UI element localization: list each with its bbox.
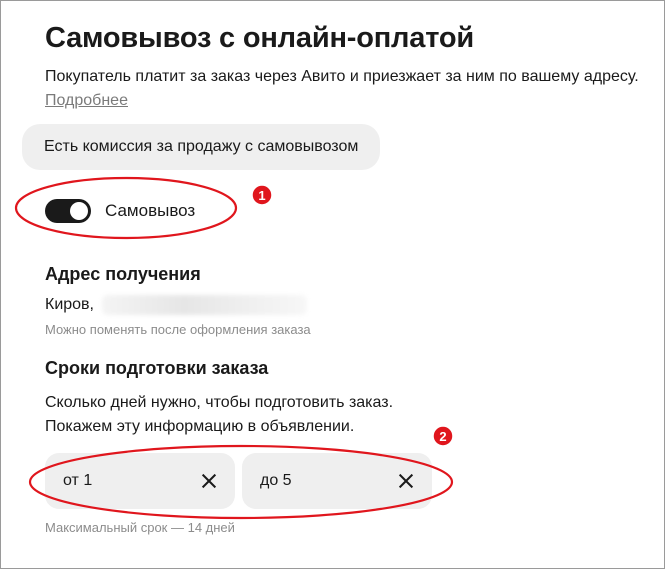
address-value: Киров,: [45, 295, 307, 315]
prep-description-line2: Покажем эту информацию в объявлении.: [45, 418, 355, 435]
address-heading: Адрес получения: [45, 264, 201, 284]
commission-chip-label: Есть комиссия за продажу с самовывозом: [44, 138, 359, 155]
address-city: Киров,: [45, 296, 94, 313]
address-street-redacted: [102, 295, 307, 315]
pickup-toggle-label: Самовывоз: [105, 201, 196, 220]
prep-to-input[interactable]: [260, 472, 380, 490]
toggle-knob: [70, 202, 88, 220]
prep-to-field[interactable]: [242, 453, 432, 509]
close-icon[interactable]: [398, 473, 414, 489]
pickup-toggle-row[interactable]: Самовывоз: [45, 199, 195, 223]
prep-description: Сколько дней нужно, чтобы подготовить за…: [45, 391, 393, 439]
prep-description-line1: Сколько дней нужно, чтобы подготовить за…: [45, 394, 394, 411]
commission-chip: Есть комиссия за продажу с самовывозом: [22, 124, 381, 170]
more-link[interactable]: Подробнее: [45, 92, 128, 109]
prep-from-field[interactable]: [45, 453, 235, 509]
close-icon[interactable]: [201, 473, 217, 489]
address-hint: Можно поменять после оформления заказа: [45, 322, 311, 337]
description-text: Покупатель платит за заказ через Авито и…: [45, 68, 639, 85]
pickup-toggle-switch[interactable]: [45, 199, 91, 223]
page-title: Самовывоз с онлайн-оплатой: [45, 22, 474, 54]
description: Покупатель платит за заказ через Авито и…: [45, 65, 645, 113]
prep-hint: Максимальный срок — 14 дней: [45, 520, 235, 535]
prep-heading: Сроки подготовки заказа: [45, 358, 269, 378]
prep-from-input[interactable]: [63, 472, 183, 490]
